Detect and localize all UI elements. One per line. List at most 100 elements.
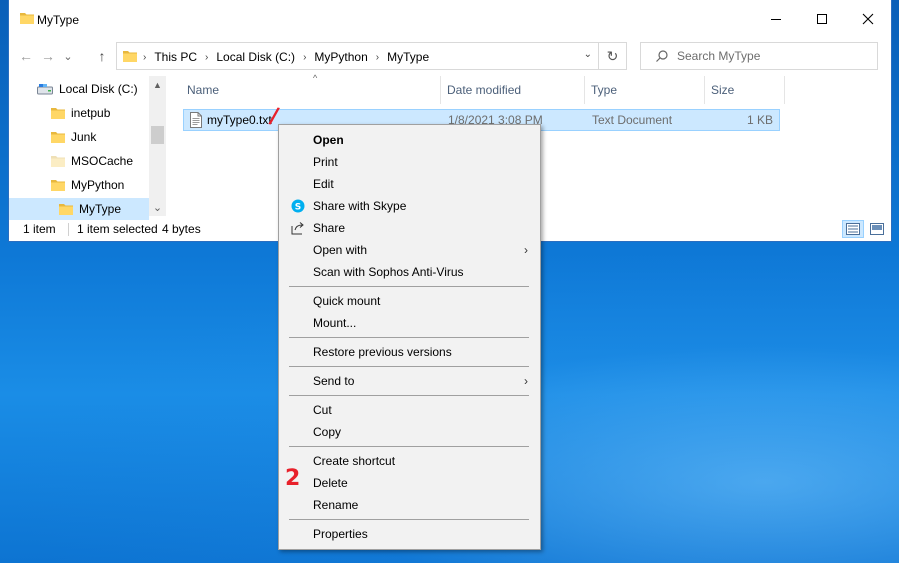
menu-item-cut[interactable]: Cut (281, 399, 538, 421)
chevron-down-icon: ⌄ (63, 50, 73, 63)
menu-item-label: Create shortcut (313, 454, 396, 468)
back-arrow-icon: ← (19, 48, 33, 64)
status-selection: 1 item selected (77, 222, 158, 236)
large-icons-view-button[interactable] (866, 220, 888, 238)
title-bar[interactable]: MyType (9, 0, 891, 38)
column-header-name[interactable]: Name (181, 76, 441, 104)
file-size: 1 KB (746, 113, 773, 127)
menu-item-delete[interactable]: Delete (281, 472, 538, 494)
folder-icon (123, 51, 137, 62)
column-headers: ^ Name Date modified Type Size (167, 73, 787, 104)
breadcrumb-separator-icon[interactable]: › (303, 52, 306, 63)
tree-item-mypython[interactable]: MyPython (51, 174, 124, 196)
folder-icon (51, 132, 65, 143)
menu-item-create-shortcut[interactable]: Create shortcut (281, 450, 538, 472)
details-view-icon (846, 223, 860, 235)
search-box[interactable] (640, 42, 878, 70)
menu-item-open[interactable]: Open (281, 129, 538, 151)
tree-item-label: inetpub (71, 106, 111, 120)
breadcrumb-separator-icon[interactable]: › (376, 52, 379, 63)
menu-item-label: Scan with Sophos Anti-Virus (313, 265, 464, 279)
breadcrumb-this-pc[interactable]: This PC (154, 50, 197, 64)
file-name: myType0.txt (207, 113, 272, 127)
tree-item-mytype[interactable]: MyType (9, 198, 149, 220)
tree-item-label: MSOCache (71, 154, 134, 168)
folder-icon (51, 156, 65, 167)
column-header-label: Name (187, 83, 220, 97)
column-header-type[interactable]: Type (585, 76, 705, 104)
tree-item-junk[interactable]: Junk (51, 126, 96, 148)
column-header-date[interactable]: Date modified (441, 76, 585, 104)
menu-item-quick-mount[interactable]: Quick mount (281, 290, 538, 312)
menu-item-share[interactable]: Share (281, 217, 538, 239)
menu-item-label: Copy (313, 425, 342, 439)
menu-item-label: Rename (313, 498, 359, 512)
menu-item-scan-sophos[interactable]: Scan with Sophos Anti-Virus (281, 261, 538, 283)
close-button[interactable] (845, 0, 891, 38)
large-icons-view-icon (870, 223, 884, 235)
menu-item-mount[interactable]: Mount... (281, 312, 538, 334)
menu-item-label: Send to (313, 374, 355, 388)
close-icon (862, 13, 874, 25)
tree-item-label: MyPython (71, 178, 125, 192)
folder-icon (51, 180, 65, 191)
scroll-down-icon[interactable]: ⌄ (149, 199, 166, 216)
maximize-button[interactable] (799, 0, 845, 38)
menu-item-label: Edit (313, 177, 334, 191)
folder-icon (59, 204, 73, 215)
text-file-icon (190, 112, 202, 128)
search-input[interactable] (677, 47, 872, 65)
maximize-icon (817, 14, 827, 24)
menu-separator (289, 366, 529, 367)
window-title: MyType (37, 13, 80, 27)
recent-locations-button[interactable]: ⌄ (59, 46, 77, 66)
tree-item-label: MyType (79, 202, 122, 216)
up-button[interactable]: ↑ (93, 46, 111, 66)
minimize-button[interactable] (753, 0, 799, 38)
breadcrumb-separator-icon[interactable]: › (143, 52, 146, 63)
back-button[interactable]: ← (17, 46, 35, 66)
menu-item-label: Mount... (313, 316, 357, 330)
details-view-button[interactable] (842, 220, 864, 238)
navigation-pane-scrollbar[interactable]: ▲ ⌄ (149, 76, 166, 216)
menu-item-copy[interactable]: Copy (281, 421, 538, 443)
chevron-right-icon: › (524, 374, 528, 388)
menu-item-properties[interactable]: Properties (281, 523, 538, 545)
forward-button[interactable]: → (39, 46, 57, 66)
tree-item-msocache[interactable]: MSOCache (51, 150, 133, 172)
breadcrumb-mypython[interactable]: MyPython (314, 50, 367, 64)
column-header-label: Size (711, 83, 735, 97)
tree-item-label: Local Disk (C:) (59, 82, 138, 96)
address-bar[interactable]: › This PC › Local Disk (C:) › MyPython ›… (116, 42, 599, 70)
breadcrumb-separator-icon[interactable]: › (205, 52, 208, 63)
menu-item-share-with-skype[interactable]: S Share with Skype (281, 195, 538, 217)
menu-item-restore-previous-versions[interactable]: Restore previous versions (281, 341, 538, 363)
breadcrumb-mytype[interactable]: MyType (387, 50, 429, 64)
address-dropdown-icon[interactable]: ⌄ (584, 49, 592, 60)
file-type: Text Document (592, 113, 673, 127)
menu-item-send-to[interactable]: Send to › (281, 370, 538, 392)
navigation-pane: Local Disk (C:) inetpub Junk MSOCache My… (9, 76, 167, 220)
menu-item-label: Print (313, 155, 338, 169)
menu-item-label: Properties (313, 527, 368, 541)
menu-separator (289, 519, 529, 520)
scroll-up-icon[interactable]: ▲ (149, 76, 166, 93)
menu-item-edit[interactable]: Edit (281, 173, 538, 195)
menu-item-label: Open with (313, 243, 368, 257)
column-header-label: Date modified (447, 83, 522, 97)
annotation-step-2: 2 (285, 466, 301, 491)
column-header-label: Type (591, 83, 618, 97)
refresh-button[interactable]: ↻ (599, 42, 627, 70)
tree-item-label: Junk (71, 130, 97, 144)
chevron-right-icon: › (524, 243, 528, 257)
context-menu: Open Print Edit S Share with Skype Share… (278, 124, 541, 550)
menu-item-rename[interactable]: Rename (281, 494, 538, 516)
column-header-size[interactable]: Size (705, 76, 785, 104)
tree-item-inetpub[interactable]: inetpub (51, 102, 110, 124)
menu-item-print[interactable]: Print (281, 151, 538, 173)
status-divider (68, 223, 69, 236)
tree-item-local-disk[interactable]: Local Disk (C:) (37, 78, 138, 100)
scrollbar-thumb[interactable] (151, 126, 164, 144)
menu-item-open-with[interactable]: Open with › (281, 239, 538, 261)
breadcrumb-local-disk[interactable]: Local Disk (C:) (216, 50, 295, 64)
